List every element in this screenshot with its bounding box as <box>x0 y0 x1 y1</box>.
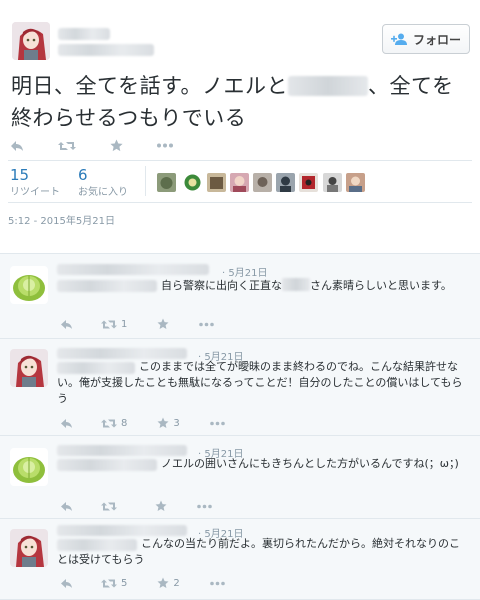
retweet-count[interactable]: 8 <box>121 418 127 429</box>
favorite-label[interactable]: お気に入り <box>78 183 128 198</box>
reply-icon[interactable] <box>60 501 73 512</box>
reply-icon[interactable] <box>60 578 73 589</box>
avatar-thumb-icon <box>349 176 362 192</box>
main-tweet: フォロー 明日、全てを話す。ノエルと 、全てを終わらせるつもりでいる 15 リツイ… <box>0 0 480 252</box>
redacted-username <box>58 44 154 56</box>
more-icon[interactable] <box>209 421 225 426</box>
add-user-icon <box>390 33 407 45</box>
avatar-thumb-icon <box>210 177 223 189</box>
favoriter-avatar[interactable] <box>183 173 202 192</box>
tweet-timestamp[interactable]: 5:12 - 2015年5月21日 <box>8 212 115 227</box>
avatar-thumb-icon <box>280 176 291 192</box>
reply-text-part2: さん素晴らしいと思います。 <box>310 279 452 292</box>
retweet-icon[interactable] <box>101 418 117 429</box>
favorite-star-icon[interactable] <box>157 417 169 429</box>
avatar-thumb-icon <box>184 174 201 191</box>
reply-text: ノエルの囲いさんにもきちんとした方がいるんですね(；ω；) <box>161 457 459 470</box>
reply-tweet: · 5月21日 こんなの当たり前だよ。裏切られたんだから。絶対それなりのことは受… <box>0 518 480 600</box>
reply-text-part1: 自ら警察に出向く正直な <box>161 279 282 292</box>
follow-label: フォロー <box>412 32 461 47</box>
cabbage-avatar[interactable] <box>10 266 48 304</box>
redacted-display-name <box>57 348 187 359</box>
reply-icon[interactable] <box>10 140 24 152</box>
reply-actions: 8 3 <box>60 417 225 429</box>
favoriter-avatar[interactable] <box>230 173 249 192</box>
more-icon[interactable] <box>197 504 212 509</box>
retweet-count[interactable]: 5 <box>121 578 127 589</box>
redacted-display-name <box>57 525 187 536</box>
favorite-count[interactable]: 2 <box>173 578 179 589</box>
user-avatar[interactable] <box>12 22 50 60</box>
favoriter-avatar[interactable] <box>346 173 365 192</box>
retweet-icon[interactable] <box>101 319 117 330</box>
tweet-text-part1: 明日、全てを話す。ノエルと <box>11 74 288 98</box>
reply-text: このままでは全てが曖昧のまま終わるのでね。こんな結果許せない。俺が支援したことも… <box>57 360 463 405</box>
favorite-star-icon[interactable] <box>157 318 169 330</box>
redacted-display-name <box>58 28 110 40</box>
retweet-count[interactable]: 15 <box>10 166 29 184</box>
retweet-icon[interactable] <box>101 578 117 589</box>
more-icon[interactable] <box>157 143 173 148</box>
favorite-star-icon[interactable] <box>110 139 123 152</box>
reply-date[interactable]: · 5月21日 <box>222 264 267 279</box>
avatar-thumb-icon <box>233 176 246 192</box>
favoriter-avatar[interactable] <box>207 173 226 192</box>
cabbage-avatar[interactable] <box>10 448 48 486</box>
avatar-thumb-icon <box>160 177 173 189</box>
reply-actions: 1 <box>60 318 215 330</box>
retweet-icon[interactable] <box>101 501 117 512</box>
favoriter-avatar[interactable] <box>323 173 342 192</box>
girl-avatar[interactable] <box>10 349 48 387</box>
reply-text: こんなの当たり前だよ。裏切られたんだから。絶対それなりのことは受けてもらう <box>57 537 460 566</box>
favoriter-avatar[interactable] <box>157 173 176 192</box>
reply-icon[interactable] <box>60 319 73 330</box>
stats-separator <box>145 166 146 196</box>
reply-icon[interactable] <box>60 418 73 429</box>
reply-actions <box>60 500 212 512</box>
cabbage-icon <box>13 457 45 483</box>
retweet-label[interactable]: リツイート <box>10 183 60 198</box>
redacted-name <box>282 278 310 291</box>
favorite-count[interactable]: 6 <box>78 166 88 184</box>
girl-avatar-icon <box>10 349 48 387</box>
favoriter-avatar[interactable] <box>299 173 318 192</box>
avatar-thumb-icon <box>257 177 268 187</box>
favoriter-avatar[interactable] <box>276 173 295 192</box>
favoriter-avatar[interactable] <box>253 173 272 192</box>
redacted-mention <box>287 76 368 96</box>
tweet-text: 明日、全てを話す。ノエルと 、全てを終わらせるつもりでいる <box>11 70 471 134</box>
reply-tweet: · 5月21日 ノエルの囲いさんにもきちんとした方がいるんですね(；ω；) <box>0 435 480 518</box>
girl-avatar-icon <box>10 529 48 567</box>
redacted-display-name <box>57 264 209 275</box>
divider <box>8 160 472 161</box>
reply-tweet: · 5月21日 このままでは全てが曖昧のまま終わるのでね。こんな結果許せない。俺… <box>0 338 480 435</box>
cabbage-icon <box>13 275 45 301</box>
reply-actions: 5 2 <box>60 577 225 589</box>
more-icon[interactable] <box>209 581 225 586</box>
avatar-thumb-icon <box>302 176 315 189</box>
follow-button[interactable]: フォロー <box>382 24 470 54</box>
retweet-count[interactable]: 1 <box>121 319 127 330</box>
tweet-actions <box>10 139 173 152</box>
reply-tweet: · 5月21日 自ら警察に出向く正直な さん素晴らしいと思います。 1 <box>0 253 480 338</box>
favorite-count[interactable]: 3 <box>173 418 179 429</box>
redacted-display-name <box>57 445 187 456</box>
divider <box>8 202 472 203</box>
avatar-thumb-icon <box>327 177 338 192</box>
girl-avatar[interactable] <box>10 529 48 567</box>
favorite-star-icon[interactable] <box>155 500 167 512</box>
favorite-star-icon[interactable] <box>157 577 169 589</box>
more-icon[interactable] <box>199 322 215 327</box>
retweet-icon[interactable] <box>58 140 76 152</box>
reply-text: 自ら警察に出向く正直な さん素晴らしいと思います。 <box>57 278 467 294</box>
girl-avatar-icon <box>12 22 50 60</box>
